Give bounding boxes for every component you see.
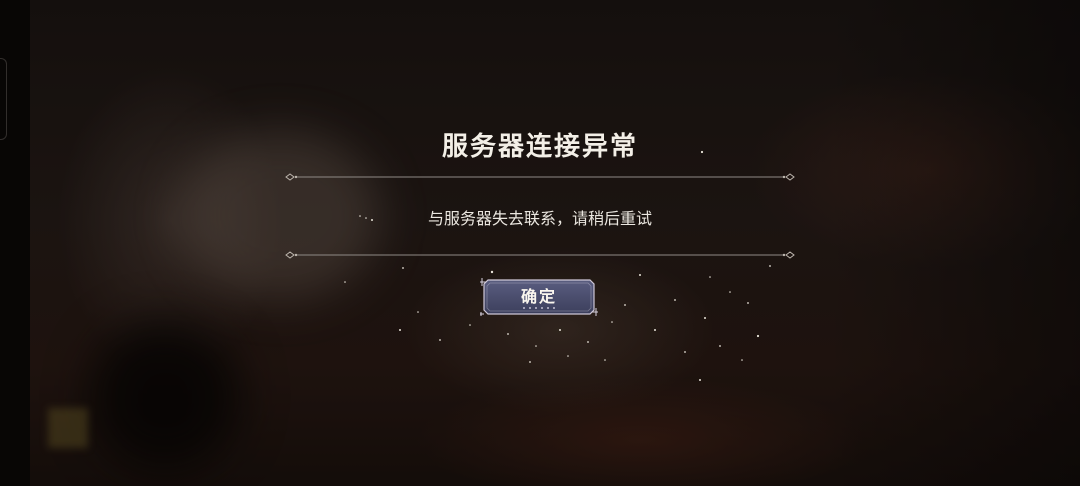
- error-dialog: 服务器连接异常 与服务器失去联系，请稍后重试 确定: [0, 0, 1080, 486]
- divider-bottom: [285, 251, 795, 259]
- dialog-title: 服务器连接异常: [441, 132, 638, 162]
- game-screen: 服务器连接异常 与服务器失去联系，请稍后重试 确定: [0, 0, 1080, 486]
- confirm-button-label: 确定: [520, 287, 557, 306]
- confirm-button[interactable]: 确定: [478, 276, 600, 318]
- dialog-message: 与服务器失去联系，请稍后重试: [427, 209, 652, 228]
- divider-top: [285, 173, 795, 181]
